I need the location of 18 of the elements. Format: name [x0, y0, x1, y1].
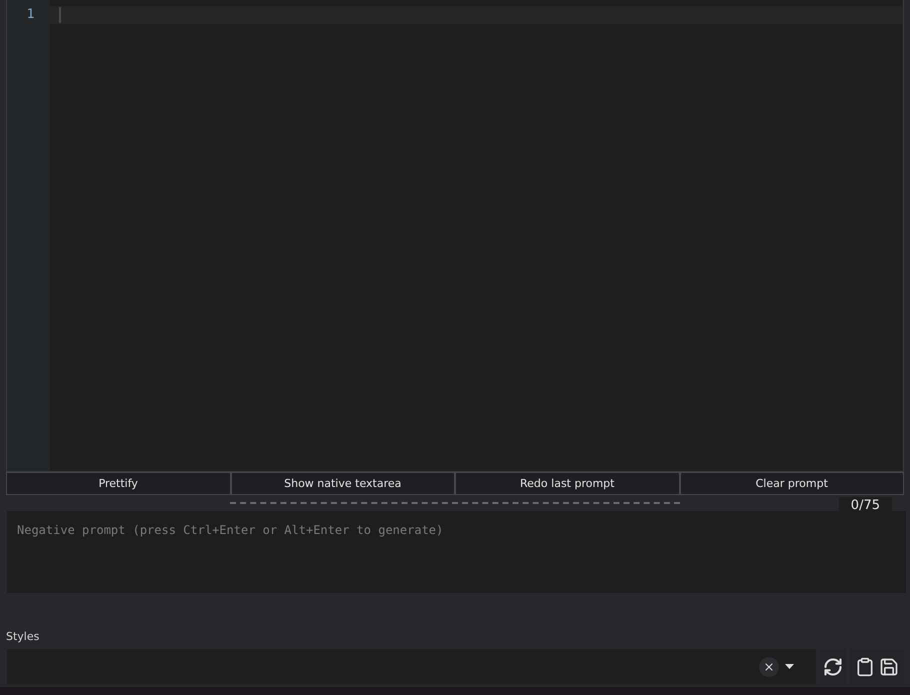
caret-icon[interactable] [785, 664, 794, 669]
save-button[interactable] [879, 656, 900, 676]
clear-icon[interactable] [759, 656, 780, 676]
save-icon [879, 656, 900, 676]
line-number: 1 [26, 6, 34, 24]
clipboard-button[interactable] [854, 656, 875, 676]
code-editor[interactable]: 1 [6, 0, 904, 472]
clipboard-icon [854, 656, 875, 676]
toolbar-button[interactable]: Redo last prompt [455, 472, 680, 495]
toolbar-button[interactable]: Show native textarea [230, 472, 455, 495]
resize-handle[interactable] [230, 502, 680, 504]
refresh-icon [823, 656, 844, 676]
toolbar-button[interactable]: Clear prompt [680, 472, 904, 495]
text-cursor [59, 7, 61, 23]
styles-label: Styles [6, 630, 40, 644]
close-icon [763, 660, 776, 672]
negative-prompt-field[interactable]: Negative prompt (press Ctrl+Enter or Alt+Enter to generate) [7, 511, 906, 593]
toolbar-button[interactable]: Prettify [6, 472, 230, 495]
